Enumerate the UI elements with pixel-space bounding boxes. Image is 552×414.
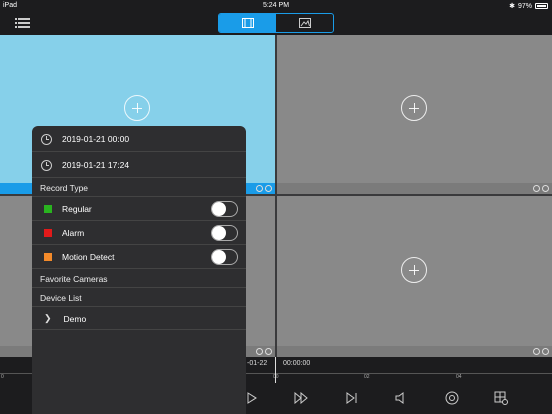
video-cell-2[interactable] bbox=[277, 35, 552, 194]
alarm-color-swatch bbox=[44, 229, 52, 237]
record-type-row-motion-detect: Motion Detect bbox=[32, 245, 246, 269]
battery-percent: 97% bbox=[517, 2, 532, 10]
list-menu-icon[interactable] bbox=[15, 16, 31, 30]
video-cell-4[interactable] bbox=[277, 196, 552, 357]
zoom-in-icon[interactable] bbox=[533, 348, 540, 355]
timeline-cursor[interactable] bbox=[275, 357, 276, 383]
regular-color-swatch bbox=[44, 205, 52, 213]
end-time-value: 2019-01-21 17:24 bbox=[62, 160, 130, 170]
view-mode-segmented-control bbox=[218, 13, 334, 33]
regular-toggle[interactable] bbox=[211, 201, 238, 217]
circle-icon[interactable] bbox=[265, 348, 272, 355]
grid-layout-icon[interactable] bbox=[493, 390, 509, 406]
timeline-date: -01-22 bbox=[247, 360, 268, 367]
status-time: 5:24 PM bbox=[262, 2, 290, 9]
end-time-row[interactable]: 2019-01-21 17:24 bbox=[32, 152, 246, 178]
record-type-header: Record Type bbox=[32, 178, 246, 197]
favorite-cameras-header[interactable]: Favorite Cameras bbox=[32, 269, 246, 288]
status-bar: iPad 5:24 PM ✱ 97% bbox=[0, 0, 552, 12]
video-cell-toolbar bbox=[277, 346, 552, 357]
circle-icon[interactable] bbox=[542, 348, 549, 355]
record-type-label: Alarm bbox=[62, 228, 85, 238]
motion-detect-color-swatch bbox=[44, 253, 52, 261]
camera-icon[interactable] bbox=[444, 390, 460, 406]
plus-circle-icon[interactable] bbox=[401, 95, 427, 121]
plus-circle-icon[interactable] bbox=[124, 95, 150, 121]
timeline-tick: 04 bbox=[456, 374, 462, 380]
zoom-in-icon[interactable] bbox=[533, 185, 540, 192]
zoom-in-icon[interactable] bbox=[256, 185, 263, 192]
film-icon bbox=[241, 18, 254, 28]
record-type-label: Motion Detect bbox=[62, 252, 115, 262]
fast-forward-icon[interactable] bbox=[293, 390, 309, 406]
chevron-right-icon: ❯ bbox=[44, 313, 52, 323]
play-icon[interactable] bbox=[244, 390, 260, 406]
start-time-row[interactable]: 2019-01-21 00:00 bbox=[32, 126, 246, 152]
timeline-tick: 0 bbox=[1, 374, 4, 380]
alarm-toggle[interactable] bbox=[211, 225, 238, 241]
start-time-value: 2019-01-21 00:00 bbox=[62, 134, 130, 144]
clock-icon bbox=[41, 133, 52, 145]
video-cell-toolbar bbox=[277, 183, 552, 194]
timeline-current-time: 00:00:00 bbox=[283, 360, 311, 367]
device-item-demo[interactable]: ❯ Demo bbox=[32, 307, 246, 330]
motion-detect-toggle[interactable] bbox=[211, 249, 238, 265]
speaker-icon[interactable] bbox=[393, 390, 409, 406]
device-list-label: Device List bbox=[40, 292, 82, 303]
bluetooth-icon: ✱ bbox=[509, 3, 515, 10]
record-type-label: Regular bbox=[62, 204, 92, 214]
device-list-header: Device List bbox=[32, 288, 246, 307]
playback-filter-popover: 2019-01-21 00:00 2019-01-21 17:24 Record… bbox=[32, 126, 246, 414]
clock-icon bbox=[41, 159, 52, 171]
record-type-row-regular: Regular bbox=[32, 197, 246, 221]
image-icon bbox=[298, 18, 311, 28]
plus-circle-icon[interactable] bbox=[401, 257, 427, 283]
tab-picture[interactable] bbox=[276, 14, 333, 32]
record-type-header-label: Record Type bbox=[40, 182, 89, 193]
record-type-row-alarm: Alarm bbox=[32, 221, 246, 245]
device-label: Demo bbox=[63, 313, 87, 324]
circle-icon[interactable] bbox=[542, 185, 549, 192]
circle-icon[interactable] bbox=[265, 185, 272, 192]
top-bar bbox=[0, 12, 552, 35]
timeline-tick: 02 bbox=[364, 374, 370, 380]
battery-icon bbox=[535, 3, 548, 9]
favorite-cameras-label: Favorite Cameras bbox=[40, 273, 108, 284]
zoom-in-icon[interactable] bbox=[256, 348, 263, 355]
tab-playback[interactable] bbox=[219, 14, 276, 32]
skip-forward-icon[interactable] bbox=[344, 390, 360, 406]
